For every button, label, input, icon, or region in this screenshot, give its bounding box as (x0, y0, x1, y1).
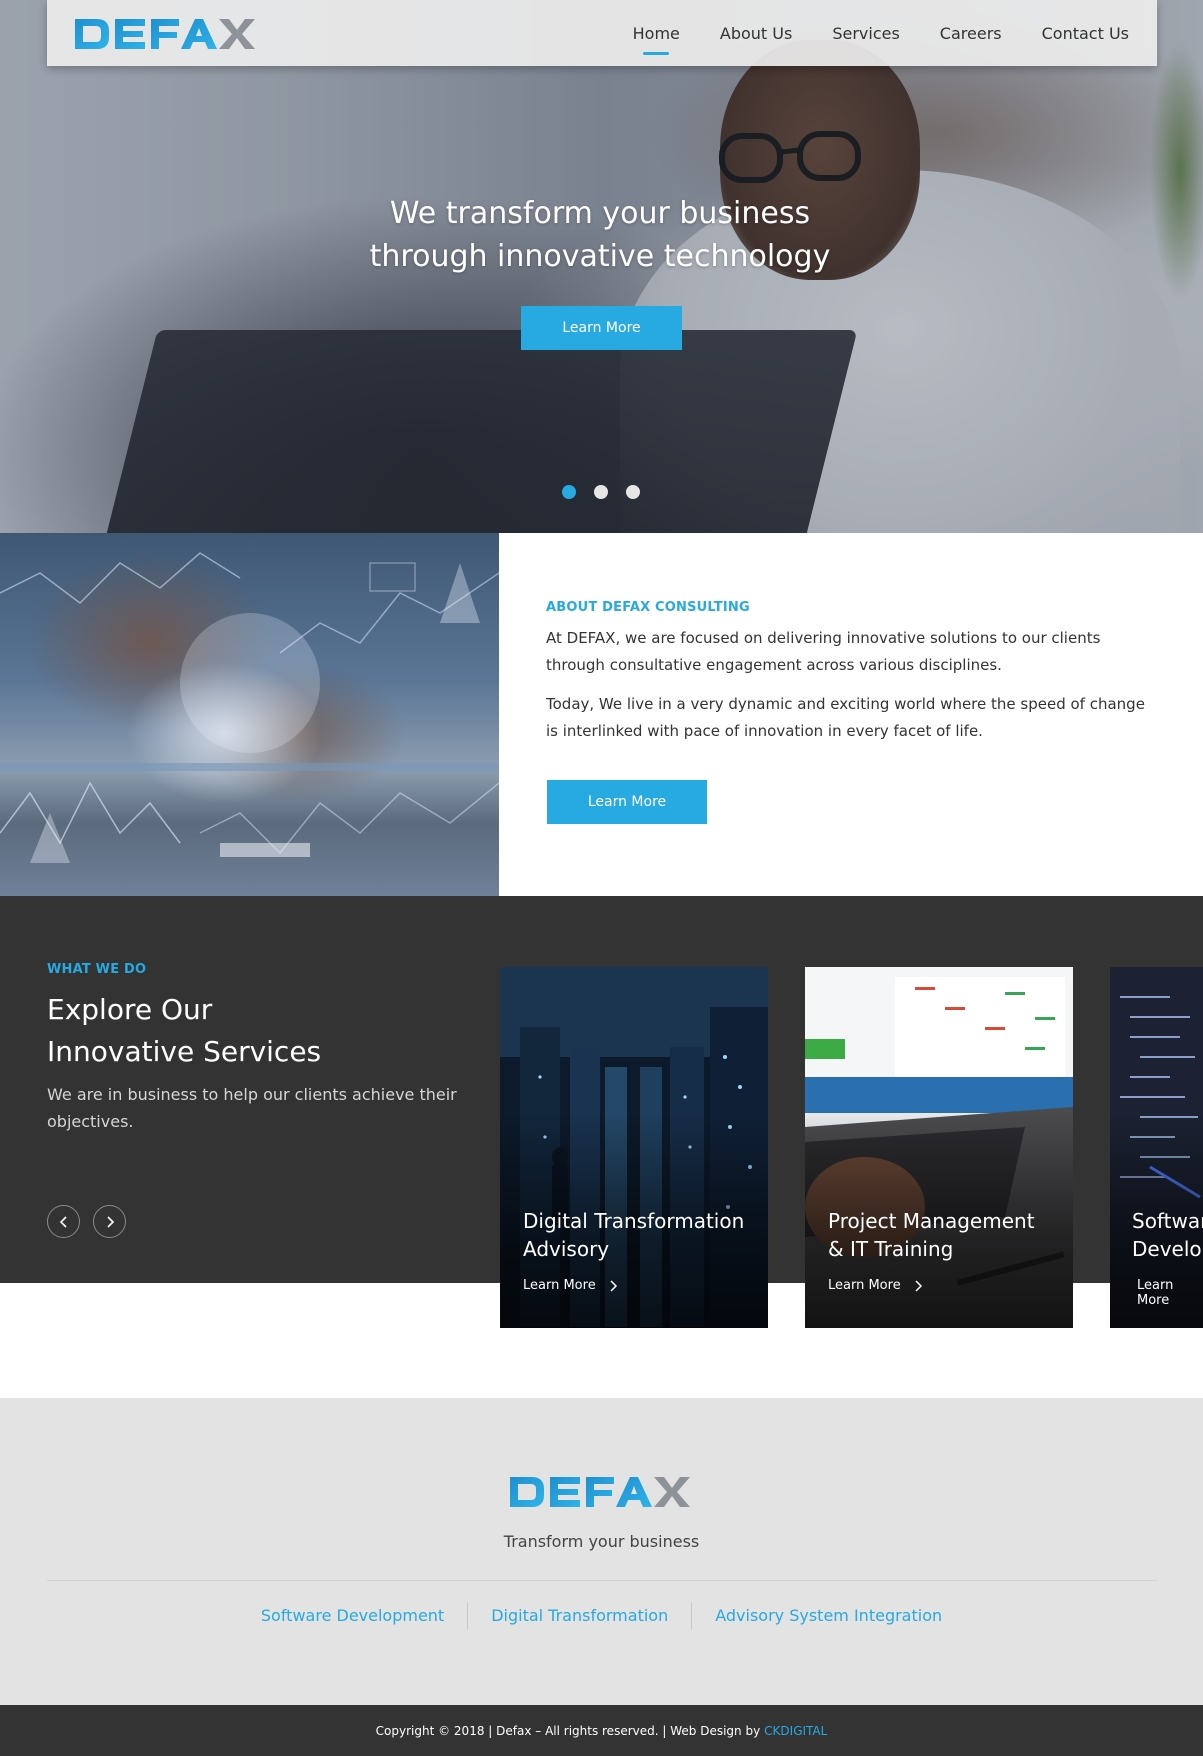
about-paragraph-1: At DEFAX, we are focused on delivering i… (546, 629, 1101, 674)
defax-logo[interactable] (73, 17, 259, 51)
services-intro: WHAT WE DO Explore Our Innovative Servic… (47, 962, 477, 1135)
hero-title-line2: through innovative technology (369, 239, 831, 274)
footer-link-advisory-system-integration[interactable]: Advisory System Integration (691, 1602, 965, 1630)
footer-link-software-development[interactable]: Software Development (238, 1602, 467, 1630)
card-gradient-overlay (805, 967, 1073, 1328)
service-card-title: Software Development (1132, 1207, 1203, 1263)
credit-link[interactable]: CKDIGITAL (764, 1724, 827, 1738)
chevron-right-icon (106, 1215, 114, 1228)
card-gradient-overlay (500, 967, 768, 1328)
services-title-line1: Explore Our (47, 993, 213, 1026)
services-title: Explore Our Innovative Services (47, 989, 477, 1073)
nav-careers[interactable]: Careers (940, 24, 1002, 43)
footer-link-digital-transformation[interactable]: Digital Transformation (467, 1602, 691, 1630)
nav-services[interactable]: Services (832, 24, 899, 43)
card-learn-more-link[interactable]: Learn More (1137, 1278, 1203, 1308)
services-next-button[interactable] (93, 1205, 126, 1238)
main-nav: Home About Us Services Careers Contact U… (633, 0, 1129, 66)
hero-title-line1: We transform your business (389, 196, 811, 231)
about-image (0, 533, 499, 896)
card-learn-more-link[interactable]: Learn More (828, 1278, 923, 1293)
card-link-label: Learn More (1137, 1278, 1174, 1308)
service-card-software-development[interactable]: Software Development Learn More (1110, 967, 1203, 1328)
card-title-line1: Software (1132, 1209, 1203, 1233)
footer-divider (47, 1580, 1157, 1581)
card-title-line2: Advisory (523, 1237, 610, 1261)
service-card-digital-transformation[interactable]: Digital Transformation Advisory Learn Mo… (500, 967, 768, 1328)
services-title-line2: Innovative Services (47, 1035, 322, 1068)
nav-home[interactable]: Home (633, 24, 680, 55)
hero-title: We transform your business through innov… (300, 192, 900, 278)
hero-learn-more-button[interactable]: Learn More (521, 306, 682, 350)
footer-tagline: Transform your business (503, 1532, 700, 1551)
site-footer (0, 1398, 1203, 1705)
chevron-left-icon (59, 1215, 67, 1228)
footer-defax-logo[interactable] (508, 1475, 694, 1509)
card-gradient-overlay (1110, 967, 1203, 1328)
hero-slider: We transform your business through innov… (0, 0, 1203, 533)
site-header: Home About Us Services Careers Contact U… (47, 0, 1157, 66)
about-eyebrow: ABOUT DEFAX CONSULTING (546, 600, 750, 615)
card-learn-more-link[interactable]: Learn More (523, 1278, 618, 1293)
copyright-text: Copyright © 2018 | Defax – All rights re… (375, 1723, 761, 1738)
card-title-line1: Project Management (828, 1209, 1035, 1233)
services-eyebrow: WHAT WE DO (47, 962, 147, 977)
card-title-line2: & IT Training (828, 1237, 954, 1261)
nav-contact-us[interactable]: Contact Us (1042, 24, 1129, 43)
chevron-right-icon (610, 1279, 617, 1292)
card-link-label: Learn More (828, 1278, 901, 1293)
services-prev-button[interactable] (47, 1205, 80, 1238)
service-card-title: Project Management & IT Training (828, 1207, 1068, 1263)
service-card-project-management[interactable]: Project Management & IT Training Learn M… (805, 967, 1073, 1328)
card-link-label: Learn More (523, 1278, 596, 1293)
card-title-line1: Digital Transformation (523, 1209, 745, 1233)
footer-links: Software Development Digital Transformat… (0, 1602, 1203, 1630)
slider-dot-3[interactable] (626, 485, 640, 499)
slider-dots (562, 485, 640, 499)
slider-dot-1[interactable] (562, 485, 576, 499)
about-image-graphics (0, 552, 499, 863)
service-card-title: Digital Transformation Advisory (523, 1207, 763, 1263)
copyright-bar: Copyright © 2018 | Defax – All rights re… (0, 1705, 1203, 1756)
chevron-right-icon (915, 1279, 922, 1292)
about-section: ABOUT DEFAX CONSULTING At DEFAX, we are … (546, 600, 1156, 745)
nav-about-us[interactable]: About Us (720, 24, 792, 43)
about-paragraph-2: Today, We live in a very dynamic and exc… (546, 695, 1145, 740)
slider-dot-2[interactable] (594, 485, 608, 499)
card-title-line2: Development (1132, 1237, 1203, 1261)
about-learn-more-button[interactable]: Learn More (547, 780, 707, 824)
services-description: We are in business to help our clients a… (47, 1085, 457, 1131)
